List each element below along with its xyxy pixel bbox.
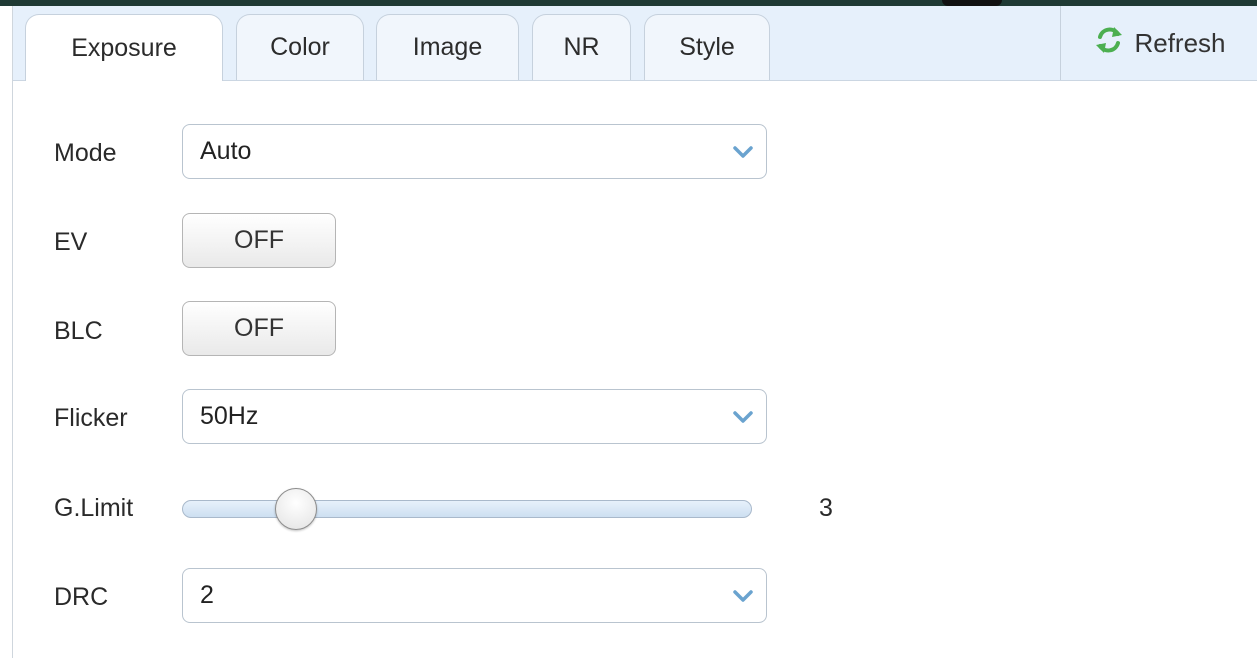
tab-exposure[interactable]: Exposure xyxy=(25,14,223,81)
drc-select[interactable]: 2 xyxy=(182,568,767,623)
blc-toggle-button[interactable]: OFF xyxy=(182,301,336,356)
flicker-label: Flicker xyxy=(54,404,128,432)
ev-label: EV xyxy=(54,228,88,256)
mode-value: Auto xyxy=(200,137,252,165)
drc-value: 2 xyxy=(200,581,214,609)
chevron-down-icon xyxy=(720,390,766,443)
refresh-label: Refresh xyxy=(1134,27,1226,58)
drc-label: DRC xyxy=(54,583,109,611)
tab-image[interactable]: Image xyxy=(376,14,519,80)
glimit-slider-track[interactable] xyxy=(182,500,752,518)
glimit-value: 3 xyxy=(819,494,833,522)
glimit-label: G.Limit xyxy=(54,494,134,522)
exposure-settings-form: Mode Auto EV OFF BLC OFF Flicker 50Hz G.… xyxy=(13,81,1257,658)
glimit-slider-thumb[interactable] xyxy=(275,488,317,530)
tab-color[interactable]: Color xyxy=(236,14,364,80)
mode-label: Mode xyxy=(54,139,117,167)
refresh-button[interactable]: Refresh xyxy=(1060,6,1257,80)
blc-label: BLC xyxy=(54,317,103,345)
tab-nr[interactable]: NR xyxy=(532,14,631,80)
chevron-down-icon xyxy=(720,569,766,622)
flicker-select[interactable]: 50Hz xyxy=(182,389,767,444)
tab-style[interactable]: Style xyxy=(644,14,770,80)
chevron-down-icon xyxy=(720,125,766,178)
mode-select[interactable]: Auto xyxy=(182,124,767,179)
settings-panel: Exposure Color Image NR Style Refresh Mo… xyxy=(12,6,1257,658)
refresh-icon xyxy=(1092,23,1134,64)
tab-bar: Exposure Color Image NR Style Refresh xyxy=(13,6,1257,81)
ev-toggle-button[interactable]: OFF xyxy=(182,213,336,268)
flicker-value: 50Hz xyxy=(200,402,259,430)
